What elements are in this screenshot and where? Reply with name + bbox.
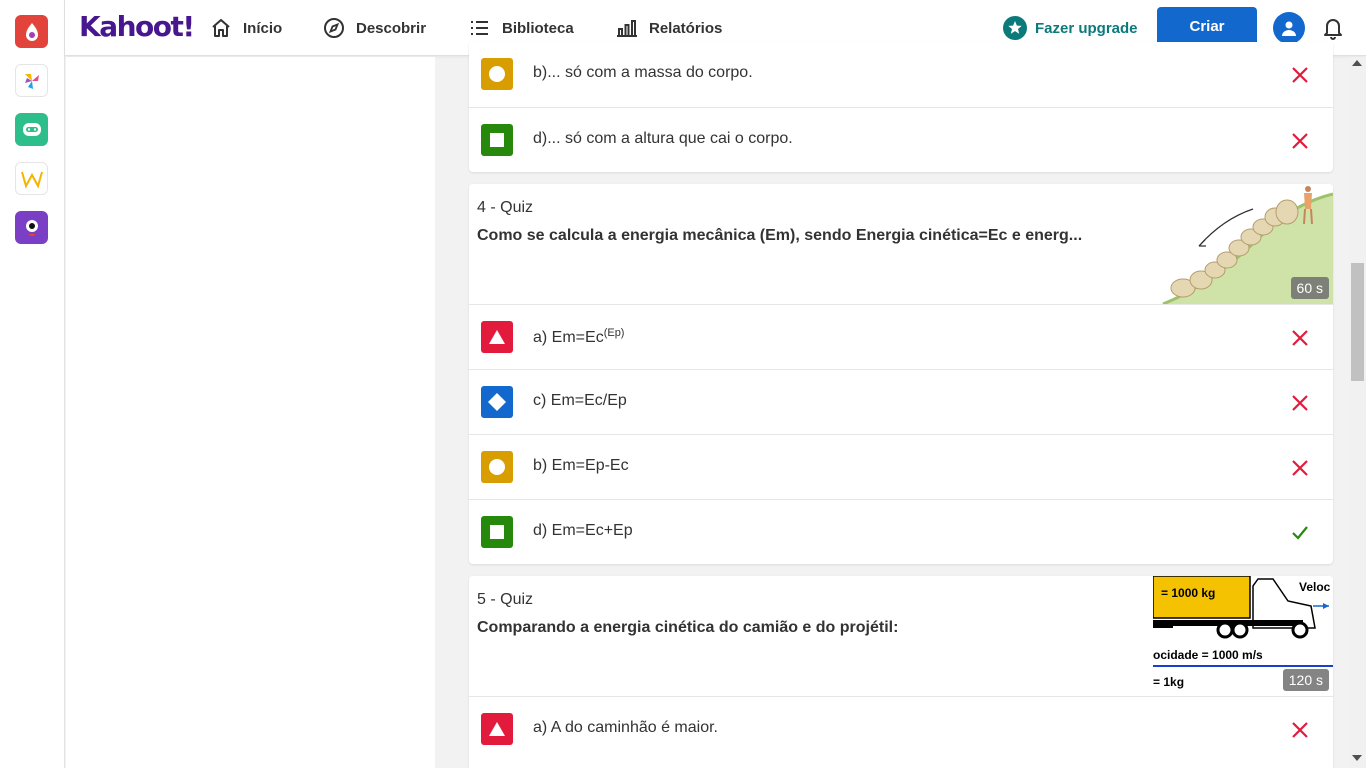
triangle-shape-icon: [481, 321, 513, 353]
w-app-icon[interactable]: [15, 162, 48, 195]
incorrect-icon: [1292, 330, 1308, 346]
pinwheel-app-icon[interactable]: [15, 64, 48, 97]
scrollbar-thumb[interactable]: [1351, 263, 1364, 381]
square-shape-icon: [481, 124, 513, 156]
app-rail: [0, 0, 65, 768]
chat-app-icon[interactable]: [15, 113, 48, 146]
square-shape-icon: [481, 516, 513, 548]
bell-icon[interactable]: [1322, 16, 1344, 40]
question-card-5[interactable]: 5 - Quiz Comparando a energia cinética d…: [469, 576, 1333, 768]
incorrect-icon: [1292, 67, 1308, 83]
answer-row: d) Em=Ec+Ep: [469, 499, 1333, 564]
incorrect-icon: [1292, 460, 1308, 476]
answer-text: d) Em=Ec+Ep: [533, 522, 633, 539]
answer-text: a) A do caminhão é maior.: [533, 719, 718, 736]
answer-text-main: a) Em=Ec: [533, 329, 604, 346]
eye-app-icon[interactable]: [15, 211, 48, 244]
time-badge: 60 s: [1290, 277, 1329, 299]
truck-mass-label: = 1000 kg: [1161, 586, 1216, 600]
star-badge-icon: [1003, 16, 1027, 40]
list-icon: [471, 21, 488, 35]
upgrade-link[interactable]: Fazer upgrade: [1003, 14, 1138, 42]
user-icon: [1282, 21, 1296, 36]
left-panel: [66, 57, 435, 768]
scroll-up-arrow-icon[interactable]: [1352, 60, 1362, 66]
question-card-4[interactable]: 4 - Quiz Como se calcula a energia mecân…: [469, 184, 1333, 564]
nav-reports[interactable]: Relatórios: [615, 14, 722, 42]
answer-row: d)... só com a altura que cai o corpo.: [469, 107, 1333, 172]
kahoot-app-icon[interactable]: [15, 15, 48, 48]
nav-home-label: Início: [243, 19, 283, 37]
home-icon: [212, 19, 230, 37]
answer-row: a) A do caminhão é maior.: [469, 696, 1333, 761]
velocity-value-label: ocidade = 1000 m/s: [1153, 648, 1263, 662]
question-title: Comparando a energia cinética do camião …: [477, 619, 899, 636]
velocity-label: Veloc: [1299, 580, 1331, 594]
scrollbar[interactable]: [1349, 57, 1366, 768]
circle-shape-icon: [481, 58, 513, 90]
correct-check-icon: [1292, 526, 1308, 540]
time-badge: 120 s: [1282, 669, 1329, 691]
answer-row: c) Em=Ec/Ep: [469, 369, 1333, 434]
upgrade-label: Fazer upgrade: [1035, 19, 1138, 37]
answer-text: b)... só com a massa do corpo.: [533, 64, 753, 81]
nav-reports-label: Relatórios: [649, 19, 723, 37]
triangle-shape-icon: [481, 713, 513, 745]
answer-text: b) Em=Ep-Ec: [533, 457, 629, 474]
answer-text-superscript: (Ep): [603, 327, 625, 339]
bar-chart-icon: [617, 20, 637, 37]
question-image: = 1000 kg Veloc ocidade = 1000 m/s = 1kg…: [1153, 576, 1333, 696]
answer-text: a) Em=Ec(Ep): [533, 327, 624, 347]
avatar[interactable]: [1273, 12, 1305, 44]
answer-text: c) Em=Ec/Ep: [533, 392, 627, 409]
circle-shape-icon: [481, 451, 513, 483]
answer-text: d)... só com a altura que cai o corpo.: [533, 130, 793, 147]
question-type: 5 - Quiz: [477, 591, 534, 608]
nav-discover-label: Descobrir: [356, 19, 427, 37]
nav-discover[interactable]: Descobrir: [322, 14, 426, 42]
incorrect-icon: [1292, 395, 1308, 411]
question-image: 60 s: [1153, 184, 1333, 304]
projectile-mass-label: = 1kg: [1153, 675, 1185, 689]
incorrect-icon: [1292, 722, 1308, 738]
nav-library[interactable]: Biblioteca: [468, 14, 574, 42]
answer-row: b)... só com a massa do corpo.: [469, 42, 1333, 107]
incorrect-icon: [1292, 133, 1308, 149]
question-type: 4 - Quiz: [477, 199, 534, 216]
diamond-shape-icon: [481, 386, 513, 418]
compass-icon: [324, 18, 344, 38]
answer-row: a) Em=Ec(Ep): [469, 304, 1333, 369]
nav-home[interactable]: Início: [209, 14, 282, 42]
question-card-3: b)... só com a massa do corpo. d)... só …: [469, 42, 1333, 172]
question-title: Como se calcula a energia mecânica (Em),…: [477, 227, 1083, 244]
scroll-down-arrow-icon[interactable]: [1352, 755, 1362, 761]
nav-library-label: Biblioteca: [502, 19, 574, 37]
kahoot-logo[interactable]: Kahoot!: [79, 10, 195, 43]
answer-row: b) Em=Ep-Ec: [469, 434, 1333, 499]
